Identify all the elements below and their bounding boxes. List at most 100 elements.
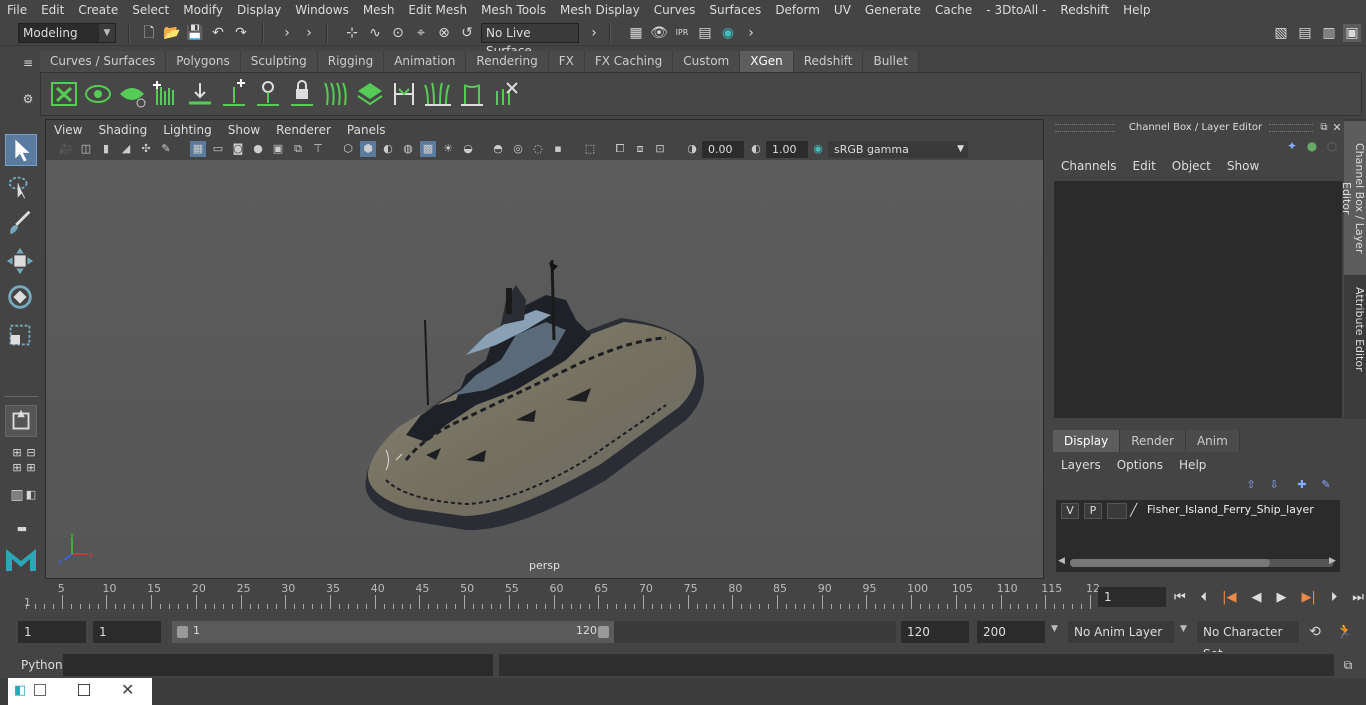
step-forward-frame-icon[interactable]: ▶| xyxy=(1301,590,1315,605)
channel-menu-item[interactable]: Edit xyxy=(1125,159,1164,173)
menu-item[interactable]: Edit Mesh xyxy=(401,3,474,17)
layer-tab[interactable]: Render xyxy=(1120,430,1186,452)
range-slider-track[interactable] xyxy=(614,621,896,643)
outliner-pane-icon[interactable]: ⊞ xyxy=(22,459,40,477)
restore-icon[interactable] xyxy=(34,684,46,696)
drag-handle[interactable] xyxy=(1055,124,1115,132)
3d-viewport[interactable]: x y z persp xyxy=(46,160,1043,578)
textured-icon[interactable]: ▩ xyxy=(420,141,436,157)
viewport-menu-item[interactable]: Panels xyxy=(339,123,394,137)
auto-key-icon[interactable]: ⟲ xyxy=(1306,623,1324,641)
menu-item[interactable]: Display xyxy=(230,3,288,17)
safe-title-icon[interactable]: ⊤ xyxy=(310,141,326,157)
shelf-tab[interactable]: Bullet xyxy=(863,51,920,72)
expand-arrow-icon[interactable]: › xyxy=(278,24,296,42)
channel-lock-icon[interactable]: ○ xyxy=(1323,137,1341,155)
sculpt-guide-icon[interactable] xyxy=(253,79,283,109)
go-to-start-icon[interactable]: ⏮ xyxy=(1174,590,1186,605)
motion-blur-icon[interactable]: ◎ xyxy=(510,141,526,157)
xgen-preview-icon[interactable] xyxy=(83,79,113,109)
new-layer-icon[interactable]: ✚ xyxy=(1293,476,1311,494)
ipr-render-icon[interactable]: IPR xyxy=(673,24,691,42)
scroll-right-icon[interactable]: ▶ xyxy=(1329,556,1336,566)
cut-groom-icon[interactable] xyxy=(491,79,521,109)
layer-tab[interactable]: Anim xyxy=(1185,430,1240,452)
scale-tool-button[interactable] xyxy=(5,320,37,352)
new-layer-selected-icon[interactable]: ✎ xyxy=(1317,476,1335,494)
menu-item[interactable]: Redshift xyxy=(1053,3,1116,17)
bookmark-icon[interactable]: ▮ xyxy=(98,141,114,157)
step-forward-key-icon[interactable]: ⏵ xyxy=(1331,590,1338,605)
gamma-field[interactable]: 1.00 xyxy=(766,141,808,158)
shelf-tab[interactable]: Sculpting xyxy=(240,51,318,72)
smooth-shade-icon[interactable]: ⬢ xyxy=(360,141,376,157)
menu-item[interactable]: UV xyxy=(827,3,858,17)
interactive-groom-icon[interactable] xyxy=(423,79,453,109)
menu-item[interactable]: Surfaces xyxy=(702,3,768,17)
range-handle-end[interactable] xyxy=(598,626,609,638)
grease-pencil-icon[interactable]: ✎ xyxy=(158,141,174,157)
snap-point-icon[interactable]: ⊙ xyxy=(389,24,407,42)
shelf-tab[interactable]: FX xyxy=(548,51,585,72)
channel-box-icon[interactable]: ▣ xyxy=(1343,24,1361,42)
open-scene-icon[interactable]: 📂 xyxy=(163,24,181,42)
redo-icon[interactable]: ↷ xyxy=(232,24,250,42)
layer-color-icon[interactable]: ╱ xyxy=(1130,503,1144,519)
play-forward-icon[interactable]: ▶ xyxy=(1276,590,1286,605)
end-time-field[interactable]: 200 xyxy=(977,621,1045,643)
wireframe-icon[interactable]: ⬡ xyxy=(340,141,356,157)
2d-pan-zoom-icon[interactable]: ✣ xyxy=(138,141,154,157)
layout-toggle-icon[interactable]: ▬ xyxy=(8,520,36,538)
gear-icon[interactable]: ⚙ xyxy=(19,90,37,108)
menu-item[interactable]: Modify xyxy=(176,3,230,17)
go-to-end-icon[interactable]: ⏭ xyxy=(1352,590,1364,605)
render-settings-icon[interactable]: ▤ xyxy=(696,24,714,42)
camera-attributes-icon[interactable]: ◫ xyxy=(78,141,94,157)
use-all-lights-icon[interactable]: ☀ xyxy=(440,141,456,157)
ferry-ship-model[interactable] xyxy=(46,160,1043,578)
make-live-icon[interactable]: ↺ xyxy=(458,24,476,42)
range-slider[interactable]: 1 120 xyxy=(172,621,614,643)
viewport-menu-item[interactable]: View xyxy=(46,123,90,137)
wireframe-on-shaded-icon[interactable]: ◍ xyxy=(400,141,416,157)
viewport-menu-item[interactable]: Lighting xyxy=(155,123,220,137)
channel-menu-item[interactable]: Channels xyxy=(1053,159,1125,173)
xray-components-icon[interactable]: ⊡ xyxy=(652,141,668,157)
playback-start-field[interactable]: 1 xyxy=(93,621,161,643)
color-management-icon[interactable]: ◉ xyxy=(810,141,826,157)
shelf-tab[interactable]: Rendering xyxy=(466,51,549,72)
viewport-menu-item[interactable]: Shading xyxy=(90,123,155,137)
layer-menu-item[interactable]: Help xyxy=(1171,458,1214,472)
gate-mask-icon[interactable]: ● xyxy=(250,141,266,157)
shadows-icon[interactable]: ◒ xyxy=(460,141,476,157)
scroll-left-icon[interactable]: ◀ xyxy=(1058,556,1065,566)
start-time-field[interactable]: 1 xyxy=(18,621,86,643)
playback-end-field[interactable]: 120 xyxy=(901,621,969,643)
xray-icon[interactable]: ⧠ xyxy=(612,141,628,157)
minimized-window[interactable]: ◧ ✕ xyxy=(8,678,152,705)
tab-attribute-editor[interactable]: Attribute Editor xyxy=(1344,279,1366,379)
layer-name[interactable]: Fisher_Island_Ferry_Ship_layer xyxy=(1147,503,1314,516)
menu-item[interactable]: - 3DtoAll - xyxy=(979,3,1053,17)
attribute-editor-icon[interactable]: ▤ xyxy=(1296,24,1314,42)
move-layer-up-icon[interactable]: ⇧ xyxy=(1242,476,1260,494)
groom-brush-icon[interactable] xyxy=(457,79,487,109)
channel-key-icon[interactable]: ● xyxy=(1303,137,1321,155)
menu-item[interactable]: Mesh Tools xyxy=(474,3,553,17)
maximize-icon[interactable] xyxy=(78,684,90,696)
step-back-key-icon[interactable]: ⏴ xyxy=(1201,590,1208,605)
exposure-field[interactable]: 0.00 xyxy=(702,141,744,158)
current-frame-field[interactable]: 1 xyxy=(1098,587,1166,607)
expand-arrow-icon[interactable]: › xyxy=(585,24,603,42)
groom-modifier-icon[interactable] xyxy=(389,79,419,109)
shelf-tab[interactable]: Redshift xyxy=(793,51,864,72)
image-plane-icon[interactable]: ◢ xyxy=(118,141,134,157)
shelf-tab[interactable]: Polygons xyxy=(166,51,241,72)
viewport-menu-item[interactable]: Show xyxy=(220,123,268,137)
shelf-tab[interactable]: Rigging xyxy=(317,51,385,72)
save-scene-icon[interactable]: 💾 xyxy=(186,24,204,42)
persp-outliner-icon[interactable]: ◧ xyxy=(22,486,40,504)
menu-item[interactable]: Windows xyxy=(288,3,356,17)
colorspace-dropdown[interactable]: sRGB gamma ▼ xyxy=(828,141,968,158)
modeling-toolkit-icon[interactable]: ▧ xyxy=(1272,24,1290,42)
